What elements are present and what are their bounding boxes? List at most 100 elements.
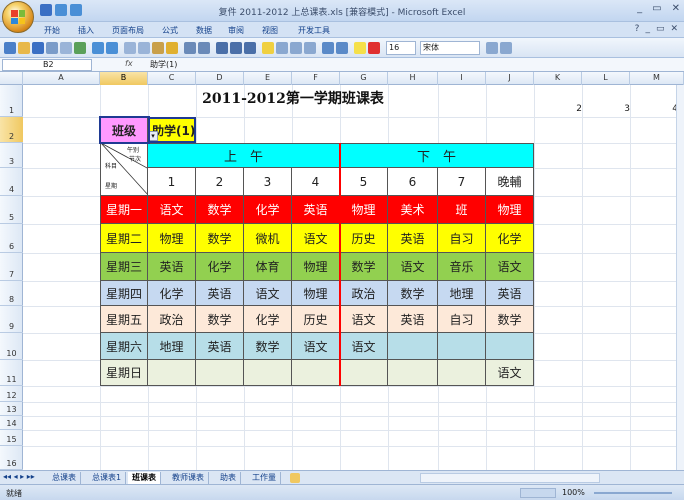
day-label-cell[interactable]: 星期四 — [100, 281, 148, 306]
maximize-button[interactable]: ▭ — [652, 3, 661, 14]
redo-icon[interactable] — [70, 4, 82, 16]
autosum-icon[interactable] — [322, 42, 334, 54]
subject-cell[interactable]: 自习 — [438, 306, 486, 333]
dropdown-arrow-icon[interactable]: ▾ — [148, 131, 158, 141]
period-header-cell[interactable]: 5 — [340, 168, 388, 196]
column-header-i[interactable]: I — [438, 72, 486, 85]
ribbon-restore-button[interactable]: ▭ — [656, 24, 665, 34]
row-header-4[interactable]: 4 — [0, 168, 23, 196]
subject-cell[interactable] — [486, 333, 534, 360]
period-header-cell[interactable]: 7 — [438, 168, 486, 196]
tab-view[interactable]: 视图 — [262, 25, 278, 36]
subject-cell[interactable]: 语文 — [340, 333, 388, 360]
subject-cell[interactable] — [148, 360, 196, 386]
subject-cell[interactable]: 班 — [438, 196, 486, 224]
filter-icon[interactable] — [198, 42, 210, 54]
sheet-tab-5[interactable]: 工作量 — [248, 472, 281, 484]
subject-cell[interactable]: 化学 — [244, 306, 292, 333]
sheet-tab-4[interactable]: 助表 — [216, 472, 241, 484]
subject-cell[interactable]: 地理 — [438, 281, 486, 306]
subject-cell[interactable]: 英语 — [196, 281, 244, 306]
office-button[interactable] — [2, 1, 34, 33]
minimize-button[interactable]: _ — [637, 3, 642, 14]
subject-cell[interactable]: 英语 — [486, 281, 534, 306]
formula-input[interactable]: 助学(1) — [150, 59, 177, 71]
subject-cell[interactable]: 物理 — [340, 196, 388, 224]
subject-cell[interactable] — [196, 360, 244, 386]
subject-cell[interactable]: 历史 — [340, 224, 388, 253]
zoom-slider[interactable] — [594, 492, 672, 494]
subject-cell[interactable]: 化学 — [196, 253, 244, 281]
tab-developer[interactable]: 开发工具 — [298, 25, 330, 36]
subject-cell[interactable] — [438, 360, 486, 386]
subject-cell[interactable]: 语文 — [486, 253, 534, 281]
close-button[interactable]: ✕ — [672, 3, 680, 14]
column-header-a[interactable]: A — [23, 72, 100, 85]
redo-icon[interactable] — [106, 42, 118, 54]
font-color-icon[interactable] — [368, 42, 380, 54]
cut-icon[interactable] — [124, 42, 136, 54]
subject-cell[interactable] — [292, 360, 340, 386]
column-header-g[interactable]: G — [340, 72, 388, 85]
subject-cell[interactable]: 数学 — [388, 281, 438, 306]
currency-icon[interactable] — [290, 42, 302, 54]
subject-cell[interactable]: 数学 — [196, 224, 244, 253]
row-header-14[interactable]: 14 — [0, 416, 23, 430]
row-header-7[interactable]: 7 — [0, 253, 23, 281]
subject-cell[interactable]: 体育 — [244, 253, 292, 281]
row-header-15[interactable]: 15 — [0, 430, 23, 446]
fx-icon[interactable]: fx — [125, 59, 133, 68]
format-painter-icon[interactable] — [166, 42, 178, 54]
period-header-cell[interactable]: 6 — [388, 168, 438, 196]
subject-cell[interactable] — [388, 360, 438, 386]
row-header-16[interactable]: 16 — [0, 446, 23, 470]
percent-icon[interactable] — [304, 42, 316, 54]
font-size-combo[interactable]: 16 — [386, 41, 416, 55]
save-icon[interactable] — [32, 42, 44, 54]
sheet-tab-1[interactable]: 总课表1 — [88, 472, 127, 484]
row-header-2[interactable]: 2 — [0, 117, 23, 143]
subject-cell[interactable]: 英语 — [388, 306, 438, 333]
borders-icon[interactable] — [486, 42, 498, 54]
horizontal-scrollbar[interactable] — [420, 473, 600, 483]
subject-cell[interactable]: 微机 — [244, 224, 292, 253]
sheet-tab-3[interactable]: 教师课表 — [168, 472, 209, 484]
am-header-cell[interactable]: 上 午 — [148, 143, 340, 168]
subject-cell[interactable]: 语文 — [292, 224, 340, 253]
class-label-cell[interactable]: 班级 — [100, 117, 148, 143]
subject-cell[interactable]: 英语 — [388, 224, 438, 253]
font-name-combo[interactable]: 宋体 — [420, 41, 480, 55]
subject-cell[interactable] — [388, 333, 438, 360]
select-all-corner[interactable] — [0, 72, 23, 85]
ribbon-minimize-button[interactable]: _ — [645, 24, 650, 34]
column-header-e[interactable]: E — [244, 72, 292, 85]
day-label-cell[interactable]: 星期二 — [100, 224, 148, 253]
bold-icon[interactable] — [216, 42, 228, 54]
column-header-l[interactable]: L — [582, 72, 630, 85]
subject-cell[interactable]: 物理 — [292, 281, 340, 306]
save-icon[interactable] — [40, 4, 52, 16]
subject-cell[interactable]: 地理 — [148, 333, 196, 360]
name-box[interactable]: B2 — [2, 59, 92, 71]
tab-review[interactable]: 审阅 — [228, 25, 244, 36]
subject-cell[interactable]: 历史 — [292, 306, 340, 333]
column-header-f[interactable]: F — [292, 72, 340, 85]
spelling-icon[interactable] — [74, 42, 86, 54]
subject-cell[interactable]: 英语 — [148, 253, 196, 281]
undo-icon[interactable] — [92, 42, 104, 54]
column-header-c[interactable]: C — [148, 72, 196, 85]
subject-cell[interactable]: 音乐 — [438, 253, 486, 281]
row-header-10[interactable]: 10 — [0, 333, 23, 360]
column-header-m[interactable]: M — [630, 72, 684, 85]
day-label-cell[interactable]: 星期日 — [100, 360, 148, 386]
row-header-12[interactable]: 12 — [0, 386, 23, 402]
row-header-3[interactable]: 3 — [0, 143, 23, 168]
subject-cell[interactable]: 语文 — [388, 253, 438, 281]
new-icon[interactable] — [4, 42, 16, 54]
day-label-cell[interactable]: 星期五 — [100, 306, 148, 333]
row-header-6[interactable]: 6 — [0, 224, 23, 253]
align-center-icon[interactable] — [262, 42, 274, 54]
subject-cell[interactable]: 政治 — [148, 306, 196, 333]
day-label-cell[interactable]: 星期三 — [100, 253, 148, 281]
sheet-tab-2[interactable]: 班课表 — [128, 472, 161, 484]
